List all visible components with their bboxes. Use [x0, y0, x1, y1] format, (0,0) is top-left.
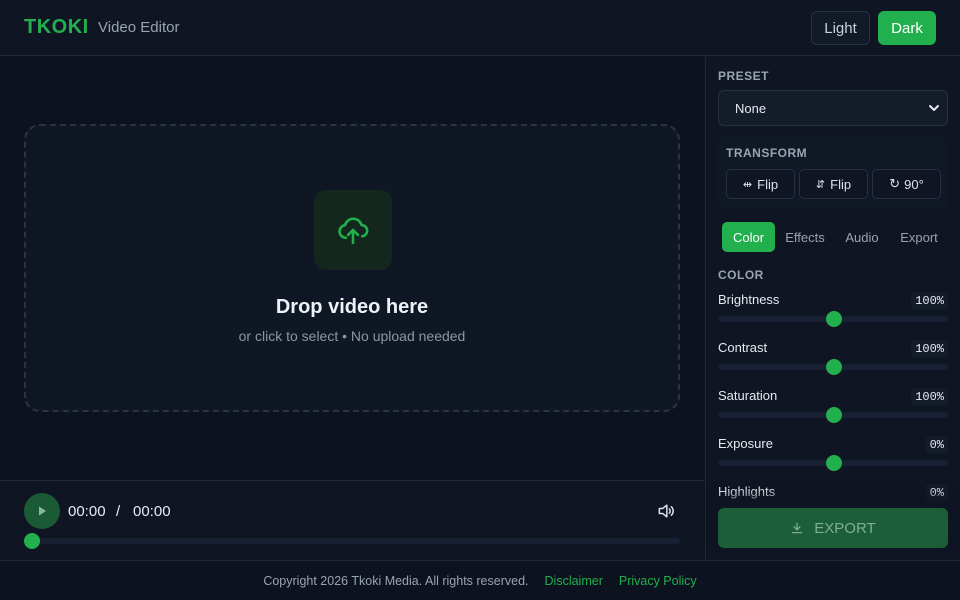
flip-horizontal-label: Flip	[757, 176, 779, 192]
transform-label: TRANSFORM	[726, 146, 808, 160]
rotate-label: 90°	[904, 176, 924, 192]
preset-label: PRESET	[718, 69, 770, 83]
export-label: EXPORT	[814, 519, 876, 537]
flip-vertical-icon: ⇵	[815, 178, 826, 191]
theme-light-button[interactable]: Light	[811, 11, 870, 45]
slider-contrast: Contrast 100%	[718, 340, 948, 380]
slider-thumb[interactable]	[826, 311, 842, 327]
slider-label: Exposure	[718, 436, 773, 451]
flip-horizontal-icon: ⇹	[742, 178, 753, 191]
slider-exposure: Exposure 0%	[718, 436, 948, 476]
tab-export[interactable]: Export	[892, 222, 946, 252]
privacy-policy-link[interactable]: Privacy Policy	[619, 574, 697, 588]
upload-tile	[314, 190, 392, 270]
slider-value: 100%	[911, 292, 948, 310]
slider-thumb[interactable]	[826, 359, 842, 375]
dropzone-title: Drop video here	[275, 296, 429, 318]
current-time: 00:00	[68, 503, 106, 520]
flip-horizontal-button[interactable]: ⇹ Flip	[726, 169, 795, 199]
tab-color[interactable]: Color	[722, 222, 775, 252]
seek-thumb[interactable]	[24, 533, 40, 549]
slider-thumb[interactable]	[826, 455, 842, 471]
slider-value: 100%	[911, 388, 948, 406]
video-dropzone[interactable]: Drop video here or click to select • No …	[24, 124, 680, 412]
slider-label: Highlights	[718, 484, 776, 499]
rotate-icon: ↻	[889, 176, 901, 191]
settings-panel: PRESET None TRANSFORM ⇹ Flip ⇵ Flip ↻ 90…	[705, 57, 960, 560]
preset-select[interactable]: None	[718, 90, 948, 126]
time-separator: /	[116, 503, 121, 520]
slider-label: Contrast	[718, 340, 768, 355]
theme-dark-button[interactable]: Dark	[878, 11, 936, 45]
preset-value: None	[735, 100, 767, 116]
flip-vertical-button[interactable]: ⇵ Flip	[799, 169, 868, 199]
slider-label: Saturation	[718, 388, 778, 403]
settings-tabs: Color Effects Audio Export	[718, 222, 948, 252]
copyright-text: Copyright 2026 Tkoki Media. All rights r…	[263, 573, 529, 588]
download-icon	[791, 522, 803, 534]
tab-effects[interactable]: Effects	[778, 222, 832, 252]
slider-saturation: Saturation 100%	[718, 388, 948, 428]
app-subtitle: Video Editor	[98, 19, 180, 36]
seek-track[interactable]	[32, 538, 680, 544]
volume-icon[interactable]	[656, 501, 676, 521]
rotate-button[interactable]: ↻ 90°	[872, 169, 941, 199]
slider-brightness: Brightness 100%	[718, 292, 948, 332]
player-bar: 00:00 / 00:00	[0, 480, 704, 560]
tab-audio[interactable]: Audio	[836, 222, 888, 252]
slider-label: Brightness	[718, 292, 780, 307]
duration-time: 00:00	[133, 503, 171, 520]
slider-value: 0%	[925, 484, 948, 502]
brand-logo[interactable]: TKOKI	[24, 16, 89, 39]
dropzone-subtitle: or click to select • No upload needed	[238, 328, 466, 344]
transform-section: TRANSFORM ⇹ Flip ⇵ Flip ↻ 90°	[718, 137, 948, 209]
cloud-upload-icon	[338, 217, 369, 245]
play-button[interactable]	[24, 493, 60, 529]
export-button[interactable]: EXPORT	[718, 508, 948, 548]
chevron-down-icon	[929, 105, 939, 111]
app-header: TKOKI Video Editor Light Dark	[0, 0, 960, 56]
slider-value: 100%	[911, 340, 948, 358]
page-footer: Copyright 2026 Tkoki Media. All rights r…	[0, 560, 960, 600]
play-icon	[39, 506, 46, 516]
slider-value: 0%	[925, 436, 948, 454]
color-label: COLOR	[718, 268, 764, 282]
disclaimer-link[interactable]: Disclaimer	[545, 574, 603, 588]
flip-vertical-label: Flip	[830, 176, 852, 192]
video-stage: Drop video here or click to select • No …	[0, 57, 704, 480]
slider-thumb[interactable]	[826, 407, 842, 423]
